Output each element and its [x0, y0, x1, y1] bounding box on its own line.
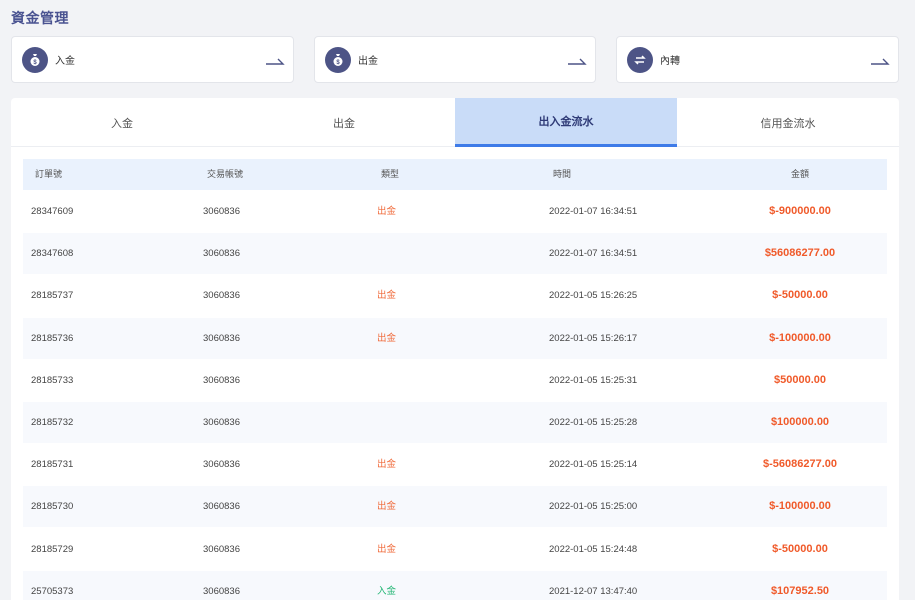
amount-cell: $-100000.00	[769, 331, 831, 344]
page-title: 資金管理	[11, 10, 69, 26]
deposit-card-label: 入金	[55, 56, 75, 67]
type-cell: 出金	[377, 206, 397, 217]
type-cell: 出金	[377, 501, 397, 513]
type-cell: 入金	[377, 585, 397, 597]
money-bag-icon: $	[22, 46, 48, 73]
order-id-cell: 28185729	[31, 543, 74, 555]
tab-fund-flow[interactable]: 出入金流水	[455, 98, 677, 147]
account-cell: 3060836	[203, 417, 240, 428]
transfer-card[interactable]: 內轉	[616, 36, 899, 83]
time-cell: 2022-01-05 15:25:31	[549, 374, 638, 386]
amount-cell: $-100000.00	[769, 500, 831, 513]
table-row[interactable]: 28185737 3060836 出金 2022-01-05 15:26:25 $-50…	[23, 275, 887, 316]
header-time: 時間	[553, 169, 572, 179]
time-cell: 2022-01-07 16:34:51	[549, 248, 638, 260]
amount-cell: $100000.00	[770, 416, 830, 428]
type-cell: 出金	[377, 332, 397, 344]
account-cell: 3060836	[203, 206, 240, 217]
time-cell: 2022-01-05 15:26:17	[549, 332, 638, 344]
account-cell: 3060836	[203, 543, 240, 555]
time-cell: 2022-01-05 15:25:28	[549, 417, 638, 428]
money-bag-icon: $	[325, 46, 351, 73]
order-id-cell: 28185737	[31, 290, 74, 302]
arrow-right-icon	[567, 54, 587, 72]
tab-deposit[interactable]: 入金	[11, 98, 233, 147]
table-header: 訂單號 交易帳號 類型 時間 金額	[23, 159, 887, 190]
order-id-cell: 28347608	[31, 248, 74, 260]
time-cell: 2021-12-07 13:47:40	[549, 585, 638, 597]
order-id-cell: 28185732	[31, 417, 74, 428]
amount-cell: $-50000.00	[772, 289, 828, 302]
tab-withdraw[interactable]: 出金	[233, 98, 455, 147]
header-order-id: 訂單號	[35, 169, 63, 179]
order-id-cell: 28185731	[31, 459, 74, 471]
table-row[interactable]: 25705373 3060836 入金 2021-12-07 13:47:40 $107…	[23, 570, 887, 600]
table-row[interactable]: 28185730 3060836 出金 2022-01-05 15:25:00 $-10…	[23, 486, 887, 528]
account-cell: 3060836	[203, 290, 240, 302]
tab-credit-flow[interactable]: 信用金流水	[677, 98, 899, 147]
amount-cell: $107952.50	[770, 584, 830, 597]
time-cell: 2022-01-07 16:34:51	[549, 206, 638, 217]
amount-cell: $56086277.00	[764, 247, 836, 260]
account-cell: 3060836	[203, 332, 240, 344]
amount-cell: $-50000.00	[772, 542, 828, 555]
deposit-card[interactable]: $ 入金	[11, 36, 294, 83]
time-cell: 2022-01-05 15:25:14	[549, 459, 638, 471]
account-cell: 3060836	[203, 585, 240, 597]
time-cell: 2022-01-05 15:26:25	[549, 290, 638, 302]
amount-cell: $-56086277.00	[762, 458, 837, 471]
transfer-card-label: 內轉	[660, 56, 680, 67]
order-id-cell: 28185730	[31, 501, 74, 513]
table-row[interactable]: 28185733 3060836 2022-01-05 15:25:31 $50000…	[23, 360, 887, 401]
order-id-cell: 28347609	[31, 206, 74, 217]
order-id-cell: 28185736	[31, 332, 74, 344]
account-cell: 3060836	[203, 248, 240, 260]
type-cell: 出金	[377, 290, 397, 302]
table-row[interactable]: 28347609 3060836 出金 2022-01-07 16:34:51 $-90…	[23, 191, 887, 232]
account-cell: 3060836	[203, 501, 240, 513]
table-row[interactable]: 28185736 3060836 出金 2022-01-05 15:26:17 $-10…	[23, 317, 887, 359]
tab-bar: 入金 出金 出入金流水 信用金流水	[11, 98, 899, 147]
time-cell: 2022-01-05 15:25:00	[549, 501, 638, 513]
table-row[interactable]: 28347608 3060836 2022-01-07 16:34:51 $56086…	[23, 233, 887, 275]
amount-cell: $-900000.00	[769, 205, 831, 217]
arrow-right-icon	[265, 54, 285, 72]
header-type: 類型	[381, 169, 400, 179]
withdraw-card-label: 出金	[358, 56, 378, 67]
table-row[interactable]: 28185729 3060836 出金 2022-01-05 15:24:48 $-50…	[23, 529, 887, 570]
amount-cell: $50000.00	[774, 373, 826, 386]
table-row[interactable]: 28185732 3060836 2022-01-05 15:25:28 $10000…	[23, 402, 887, 443]
time-cell: 2022-01-05 15:24:48	[549, 543, 638, 555]
order-id-cell: 28185733	[31, 374, 74, 386]
records-panel: 入金 出金 出入金流水 信用金流水 訂單號 交易帳號 類型 時間 金額 2834…	[11, 98, 899, 600]
account-cell: 3060836	[203, 374, 240, 386]
type-cell: 出金	[377, 459, 397, 471]
transfer-icon	[627, 46, 653, 73]
order-id-cell: 25705373	[31, 585, 74, 597]
type-cell: 出金	[377, 543, 397, 555]
withdraw-card[interactable]: $ 出金	[314, 36, 596, 83]
arrow-right-icon	[870, 54, 890, 72]
table-row[interactable]: 28185731 3060836 出金 2022-01-05 15:25:14 $-56…	[23, 444, 887, 485]
account-cell: 3060836	[203, 459, 240, 471]
header-account: 交易帳號	[207, 169, 244, 179]
header-amount: 金額	[790, 169, 809, 179]
